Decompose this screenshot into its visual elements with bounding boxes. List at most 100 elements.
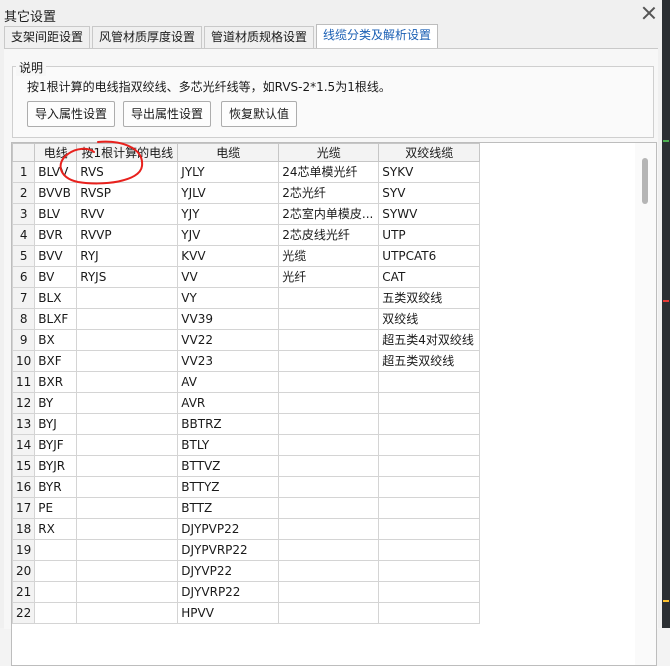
single-count-wire-cell[interactable] — [76, 350, 179, 372]
optical-cable-cell[interactable]: 2芯室内单模皮... — [278, 203, 380, 225]
cable-cell[interactable]: VY — [177, 287, 280, 309]
twisted-pair-cell[interactable]: SYV — [378, 182, 481, 204]
cable-cell[interactable]: BBTRZ — [177, 413, 280, 435]
twisted-pair-cell[interactable] — [378, 392, 481, 414]
cable-cell[interactable]: VV39 — [177, 308, 280, 330]
twisted-pair-cell[interactable]: 超五类双绞线 — [378, 350, 481, 372]
vertical-scrollbar[interactable] — [635, 143, 656, 665]
twisted-pair-cell[interactable]: 双绞线 — [378, 308, 481, 330]
optical-cable-cell[interactable] — [278, 434, 380, 456]
optical-cable-cell[interactable]: 光纤 — [278, 266, 380, 288]
cable-cell[interactable]: DJYVP22 — [177, 560, 280, 582]
twisted-pair-cell[interactable] — [378, 476, 481, 498]
tab-duct-thickness[interactable]: 风管材质厚度设置 — [92, 26, 203, 48]
optical-cable-cell[interactable] — [278, 392, 380, 414]
close-icon[interactable] — [640, 4, 658, 22]
export-settings-button[interactable]: 导出属性设置 — [123, 101, 212, 127]
optical-cable-cell[interactable] — [278, 476, 380, 498]
cable-cell[interactable]: YJY — [177, 203, 280, 225]
cable-cell[interactable]: DJYPVP22 — [177, 518, 280, 540]
optical-cable-cell[interactable] — [278, 560, 380, 582]
optical-cable-cell[interactable]: 2芯光纤 — [278, 182, 380, 204]
wire-cell[interactable]: BLVV — [34, 161, 78, 183]
tab-support-spacing[interactable]: 支架间距设置 — [4, 26, 91, 48]
single-count-wire-cell[interactable]: RVSP — [76, 182, 179, 204]
optical-cable-cell[interactable] — [278, 287, 380, 309]
single-count-wire-cell[interactable] — [76, 287, 179, 309]
column-header-cable[interactable]: 电缆 — [177, 143, 280, 162]
cable-cell[interactable]: KVV — [177, 245, 280, 267]
column-header-single-count-wire[interactable]: 按1根计算的电线 — [76, 143, 179, 162]
import-settings-button[interactable]: 导入属性设置 — [27, 101, 116, 127]
twisted-pair-cell[interactable] — [378, 518, 481, 540]
twisted-pair-cell[interactable] — [378, 560, 481, 582]
optical-cable-cell[interactable] — [278, 455, 380, 477]
wire-cell[interactable]: BYJ — [34, 413, 78, 435]
optical-cable-cell[interactable]: 光缆 — [278, 245, 380, 267]
optical-cable-cell[interactable] — [278, 497, 380, 519]
single-count-wire-cell[interactable] — [76, 581, 179, 603]
cable-cell[interactable]: HPVV — [177, 602, 280, 624]
twisted-pair-cell[interactable] — [378, 371, 481, 393]
cable-cell[interactable]: JYLY — [177, 161, 280, 183]
optical-cable-cell[interactable] — [278, 350, 380, 372]
optical-cable-cell[interactable] — [278, 308, 380, 330]
twisted-pair-cell[interactable]: SYKV — [378, 161, 481, 183]
wire-cell[interactable]: BYJF — [34, 434, 78, 456]
wire-cell[interactable]: RX — [34, 518, 78, 540]
twisted-pair-cell[interactable] — [378, 413, 481, 435]
optical-cable-cell[interactable]: 2芯皮线光纤 — [278, 224, 380, 246]
wire-cell[interactable]: BXF — [34, 350, 78, 372]
twisted-pair-cell[interactable] — [378, 497, 481, 519]
single-count-wire-cell[interactable] — [76, 413, 179, 435]
optical-cable-cell[interactable] — [278, 413, 380, 435]
wire-cell[interactable]: BVVB — [34, 182, 78, 204]
single-count-wire-cell[interactable] — [76, 455, 179, 477]
wire-cell[interactable]: BY — [34, 392, 78, 414]
optical-cable-cell[interactable] — [278, 602, 380, 624]
scrollbar-thumb[interactable] — [642, 158, 648, 204]
single-count-wire-cell[interactable]: RVVP — [76, 224, 179, 246]
cable-cell[interactable]: VV23 — [177, 350, 280, 372]
wire-cell[interactable]: BVV — [34, 245, 78, 267]
restore-defaults-button[interactable]: 恢复默认值 — [221, 101, 298, 127]
single-count-wire-cell[interactable] — [76, 371, 179, 393]
wire-cell[interactable]: BLXF — [34, 308, 78, 330]
wire-cell[interactable]: BLV — [34, 203, 78, 225]
wire-cell[interactable] — [34, 581, 78, 603]
cable-cell[interactable]: AV — [177, 371, 280, 393]
twisted-pair-cell[interactable] — [378, 602, 481, 624]
cable-cell[interactable]: BTTVZ — [177, 455, 280, 477]
single-count-wire-cell[interactable] — [76, 497, 179, 519]
single-count-wire-cell[interactable] — [76, 518, 179, 540]
wire-cell[interactable]: BLX — [34, 287, 78, 309]
single-count-wire-cell[interactable] — [76, 560, 179, 582]
single-count-wire-cell[interactable] — [76, 392, 179, 414]
twisted-pair-cell[interactable]: UTPCAT6 — [378, 245, 481, 267]
single-count-wire-cell[interactable] — [76, 329, 179, 351]
optical-cable-cell[interactable] — [278, 581, 380, 603]
twisted-pair-cell[interactable]: UTP — [378, 224, 481, 246]
single-count-wire-cell[interactable]: RYJ — [76, 245, 179, 267]
single-count-wire-cell[interactable]: RVS — [76, 161, 179, 183]
single-count-wire-cell[interactable] — [76, 539, 179, 561]
optical-cable-cell[interactable]: 24芯单模光纤 — [278, 161, 380, 183]
wire-cell[interactable]: BV — [34, 266, 78, 288]
cable-cell[interactable]: YJV — [177, 224, 280, 246]
cable-cell[interactable]: BTTZ — [177, 497, 280, 519]
wire-cell[interactable]: BVR — [34, 224, 78, 246]
column-header-twisted-pair[interactable]: 双绞线缆 — [378, 143, 481, 162]
tab-cable-classification[interactable]: 线缆分类及解析设置 — [316, 24, 439, 48]
cable-cell[interactable]: AVR — [177, 392, 280, 414]
cable-cell[interactable]: BTLY — [177, 434, 280, 456]
wire-cell[interactable]: PE — [34, 497, 78, 519]
twisted-pair-cell[interactable] — [378, 434, 481, 456]
twisted-pair-cell[interactable] — [378, 581, 481, 603]
twisted-pair-cell[interactable]: 五类双绞线 — [378, 287, 481, 309]
single-count-wire-cell[interactable]: RYJS — [76, 266, 179, 288]
twisted-pair-cell[interactable]: SYWV — [378, 203, 481, 225]
cable-cell[interactable]: BTTYZ — [177, 476, 280, 498]
column-header-wire[interactable]: 电线 — [34, 143, 78, 162]
optical-cable-cell[interactable] — [278, 371, 380, 393]
wire-cell[interactable] — [34, 539, 78, 561]
